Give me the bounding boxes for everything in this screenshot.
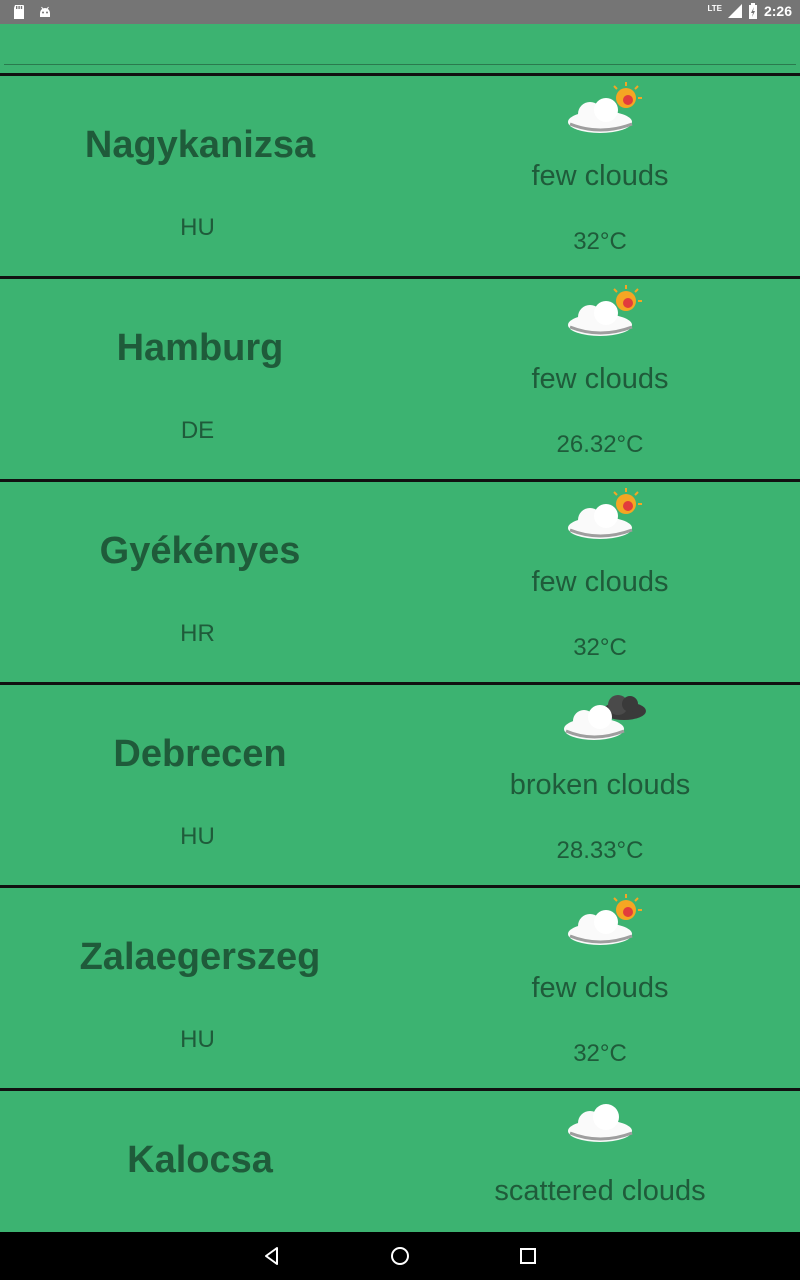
few-clouds-icon: [568, 488, 642, 539]
city-weather-row[interactable]: Gyékényes HR few clouds 32°C: [0, 482, 800, 685]
few-clouds-icon: [568, 285, 642, 336]
navigation-bar: [0, 1232, 800, 1280]
weather-description: few clouds: [531, 566, 669, 598]
status-time: 2:26: [763, 3, 792, 19]
country-code: HU: [180, 823, 215, 850]
city-name: Kalocsa: [127, 1139, 273, 1181]
temperature: 32°C: [573, 1040, 627, 1067]
temperature: 32°C: [573, 634, 627, 661]
back-icon[interactable]: [260, 1244, 284, 1268]
search-area: [0, 24, 800, 74]
sd-card-icon: [14, 5, 24, 19]
status-bar: LTE 2:26: [0, 0, 800, 24]
signal-icon: [727, 4, 742, 18]
network-label: LTE: [707, 3, 722, 13]
city-weather-row[interactable]: Nagykanizsa HU few clouds 32°C: [0, 76, 800, 279]
temperature: 26.32°C: [556, 431, 644, 458]
weather-description: broken clouds: [509, 769, 691, 801]
status-left: [12, 4, 52, 20]
country-code: HR: [180, 620, 215, 647]
city-weather-row[interactable]: Hamburg DE few clouds 26.32°C: [0, 279, 800, 482]
temperature: 28.33°C: [556, 837, 644, 864]
scattered-clouds-icon: [568, 1104, 633, 1142]
country-code: HU: [180, 1026, 215, 1053]
weather-description: few clouds: [531, 972, 669, 1004]
few-clouds-icon: [568, 894, 642, 945]
android-icon: [40, 6, 50, 17]
weather-description: few clouds: [531, 160, 669, 192]
city-name: Gyékényes: [99, 530, 301, 572]
city-weather-list[interactable]: Nagykanizsa HU few clouds 32°C Hamburg D…: [0, 73, 800, 1235]
city-weather-row[interactable]: Zalaegerszeg HU few clouds 32°C: [0, 888, 800, 1091]
weather-description: scattered clouds: [494, 1175, 706, 1207]
home-icon[interactable]: [388, 1244, 412, 1268]
city-name: Hamburg: [116, 327, 284, 369]
city-weather-row[interactable]: Debrecen HU broken clouds 28.33°C: [0, 685, 800, 888]
few-clouds-icon: [568, 82, 642, 133]
city-name: Nagykanizsa: [84, 124, 316, 166]
country-code: HU: [180, 214, 215, 241]
city-name: Zalaegerszeg: [79, 936, 321, 978]
weather-description: few clouds: [531, 363, 669, 395]
recents-icon[interactable]: [516, 1244, 540, 1268]
city-search-input[interactable]: [4, 24, 796, 65]
status-right: LTE 2:26: [707, 3, 792, 19]
temperature: 32°C: [573, 228, 627, 255]
country-code: DE: [180, 417, 215, 444]
city-name: Debrecen: [113, 733, 287, 775]
city-weather-row[interactable]: Kalocsa scattered clouds: [0, 1091, 800, 1235]
battery-charging-icon: [748, 3, 757, 19]
broken-clouds-icon: [564, 695, 646, 740]
